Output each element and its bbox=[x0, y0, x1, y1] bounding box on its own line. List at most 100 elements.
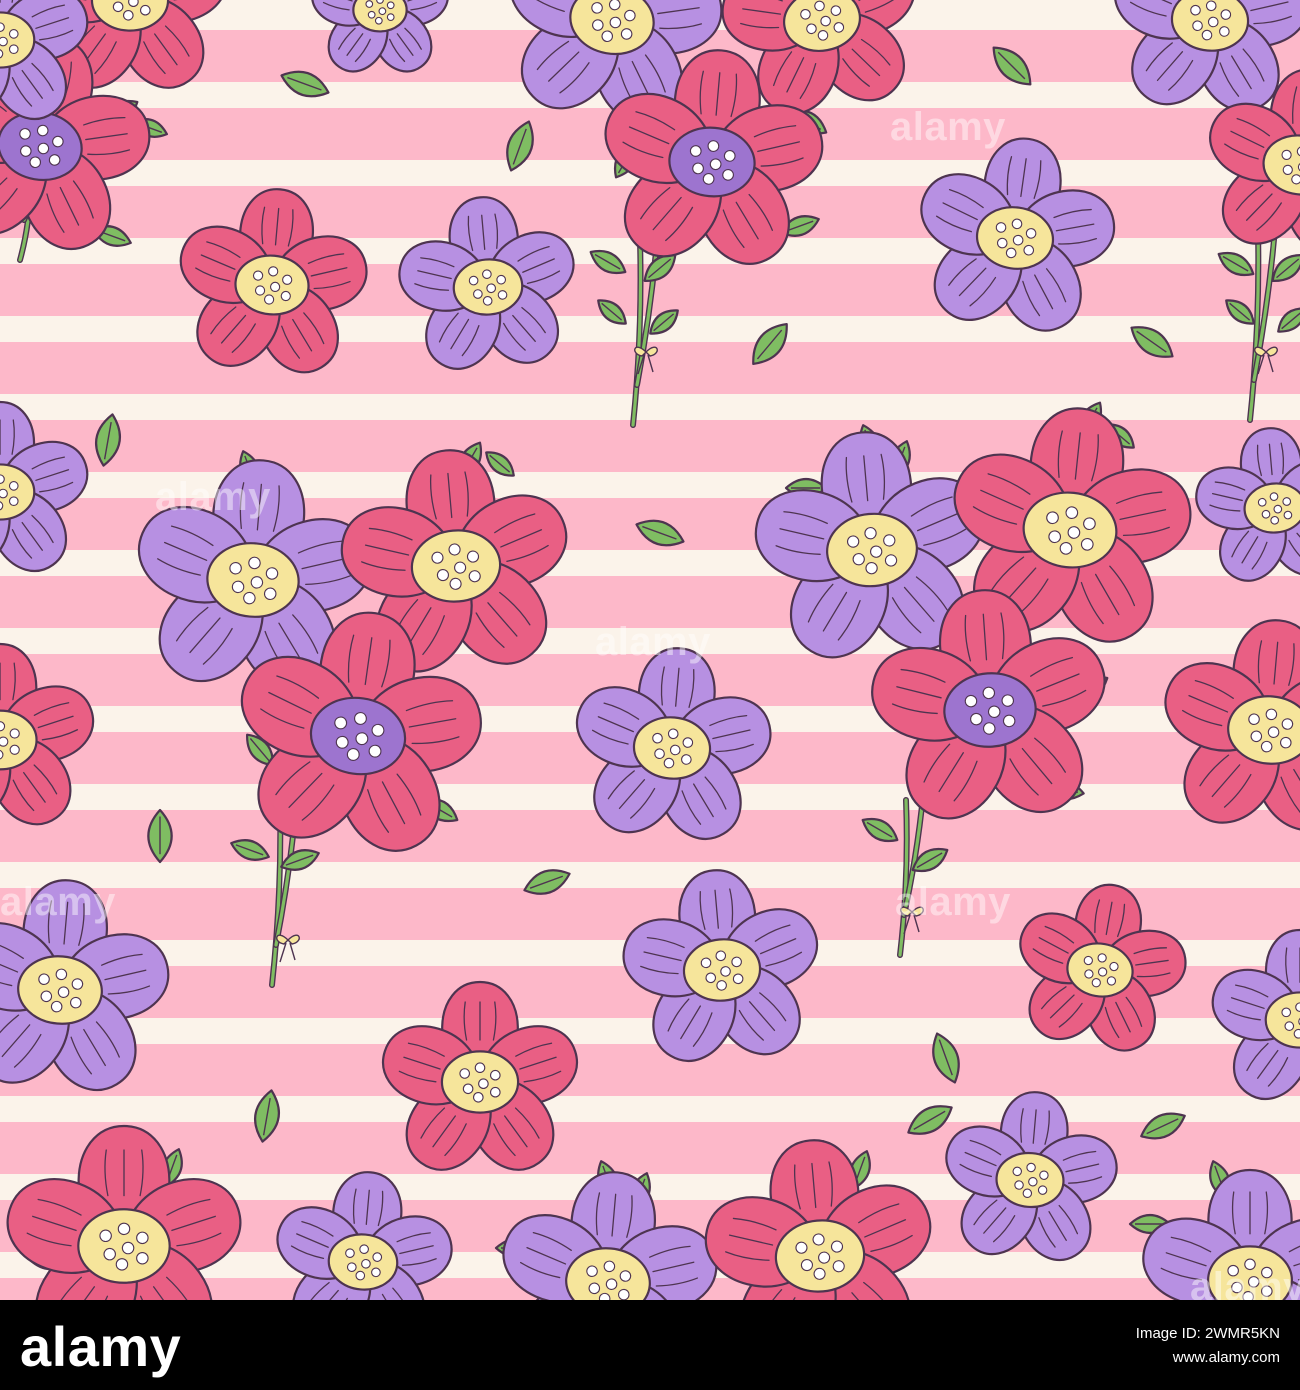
center-dot bbox=[1192, 20, 1203, 32]
center-dot bbox=[139, 4, 151, 16]
center-dot bbox=[689, 145, 702, 157]
center-dot bbox=[1282, 164, 1293, 175]
center-dot bbox=[1242, 1291, 1254, 1300]
center-dot bbox=[496, 274, 507, 285]
center-dot bbox=[497, 290, 508, 300]
center-dot bbox=[812, 1233, 825, 1246]
center-dot bbox=[346, 1262, 357, 1272]
center-dot bbox=[813, 1267, 826, 1280]
center-dot bbox=[136, 1251, 149, 1265]
center-dot bbox=[9, 728, 20, 739]
center-dot bbox=[0, 488, 8, 499]
center-dot bbox=[448, 543, 461, 556]
center-dot bbox=[252, 270, 264, 281]
center-dot bbox=[378, 7, 387, 16]
center-dot bbox=[268, 266, 279, 277]
center-dot bbox=[720, 966, 731, 977]
center-dot bbox=[1046, 511, 1059, 525]
center-dot bbox=[619, 1270, 632, 1282]
center-dot bbox=[883, 534, 896, 547]
center-dot bbox=[254, 285, 266, 296]
center-dot bbox=[667, 728, 679, 740]
center-dot bbox=[121, 1241, 135, 1255]
image-id-text: Image ID: 2WMR5KN bbox=[1135, 1325, 1280, 1342]
center-dot bbox=[8, 481, 19, 491]
center-dot bbox=[40, 990, 53, 1003]
center-dot bbox=[482, 296, 493, 306]
center-dot bbox=[723, 150, 736, 162]
center-dot bbox=[1281, 718, 1294, 730]
stripe bbox=[0, 1044, 1300, 1096]
center-dot bbox=[0, 721, 6, 732]
center-dot bbox=[248, 556, 261, 570]
center-dot bbox=[454, 561, 467, 574]
center-dot bbox=[462, 1083, 474, 1095]
center-dot bbox=[1220, 9, 1232, 20]
center-dot bbox=[468, 570, 481, 583]
center-dot bbox=[0, 22, 5, 32]
center-dot bbox=[1065, 506, 1079, 520]
center-dot bbox=[361, 1258, 371, 1269]
center-dot bbox=[795, 1241, 808, 1254]
center-dot bbox=[376, 0, 384, 4]
center-dot bbox=[1012, 1166, 1022, 1177]
center-dot bbox=[269, 281, 281, 293]
footer-meta: Image ID: 2WMR5KN www.alamy.com bbox=[1136, 1322, 1280, 1370]
center-dot bbox=[8, 496, 19, 507]
center-dot bbox=[231, 580, 245, 594]
center-dot bbox=[681, 754, 692, 765]
center-dot bbox=[669, 744, 681, 756]
center-dot bbox=[852, 553, 865, 566]
center-dot bbox=[263, 294, 275, 305]
center-dot bbox=[1227, 1264, 1239, 1277]
center-dot bbox=[682, 737, 694, 748]
center-dot bbox=[386, 13, 395, 22]
center-dot bbox=[1282, 497, 1292, 506]
center-dot bbox=[280, 290, 291, 302]
center-dot bbox=[654, 748, 665, 760]
center-dot bbox=[0, 36, 8, 47]
center-dot bbox=[355, 1270, 366, 1281]
center-dot bbox=[702, 173, 715, 185]
center-dot bbox=[663, 757, 675, 769]
center-dot bbox=[1283, 510, 1293, 520]
center-dot bbox=[970, 712, 983, 726]
center-dot bbox=[1059, 541, 1073, 555]
center-dot bbox=[282, 274, 293, 285]
center-dot bbox=[1261, 509, 1271, 519]
center-dot bbox=[603, 1260, 616, 1273]
center-dot bbox=[263, 587, 277, 601]
center-dot bbox=[1284, 1021, 1295, 1031]
center-dot bbox=[1293, 1028, 1300, 1039]
center-dot bbox=[474, 1062, 486, 1074]
center-dot bbox=[1244, 1258, 1256, 1271]
center-dot bbox=[1022, 1188, 1033, 1199]
center-dot bbox=[586, 1265, 598, 1278]
center-dot bbox=[459, 1068, 471, 1079]
center-dot bbox=[1190, 4, 1201, 16]
center-dot bbox=[652, 732, 663, 744]
center-dot bbox=[1207, 16, 1219, 28]
footer-logo[interactable]: alamy bbox=[20, 1314, 181, 1379]
center-dot bbox=[386, 1, 395, 10]
center-dot bbox=[8, 44, 19, 55]
center-dot bbox=[482, 269, 492, 280]
center-dot bbox=[1257, 497, 1267, 507]
center-dot bbox=[864, 527, 877, 540]
center-dot bbox=[1039, 1170, 1049, 1180]
footer-bar: alamy Image ID: 2WMR5KN www.alamy.com bbox=[0, 1300, 1300, 1390]
center-dot bbox=[489, 1086, 501, 1098]
center-dot bbox=[0, 736, 9, 747]
center-dot bbox=[359, 1244, 369, 1255]
center-dot bbox=[1250, 730, 1263, 743]
center-dot bbox=[605, 1278, 618, 1290]
center-dot bbox=[122, 9, 134, 21]
center-dot bbox=[250, 576, 264, 589]
site-url-text: www.alamy.com bbox=[1172, 1349, 1280, 1366]
center-dot bbox=[1295, 1002, 1300, 1012]
center-dot bbox=[818, 1251, 831, 1264]
center-dot bbox=[964, 694, 978, 708]
center-dot bbox=[1048, 530, 1062, 544]
center-dot bbox=[982, 686, 996, 700]
center-dot bbox=[1281, 1007, 1292, 1018]
